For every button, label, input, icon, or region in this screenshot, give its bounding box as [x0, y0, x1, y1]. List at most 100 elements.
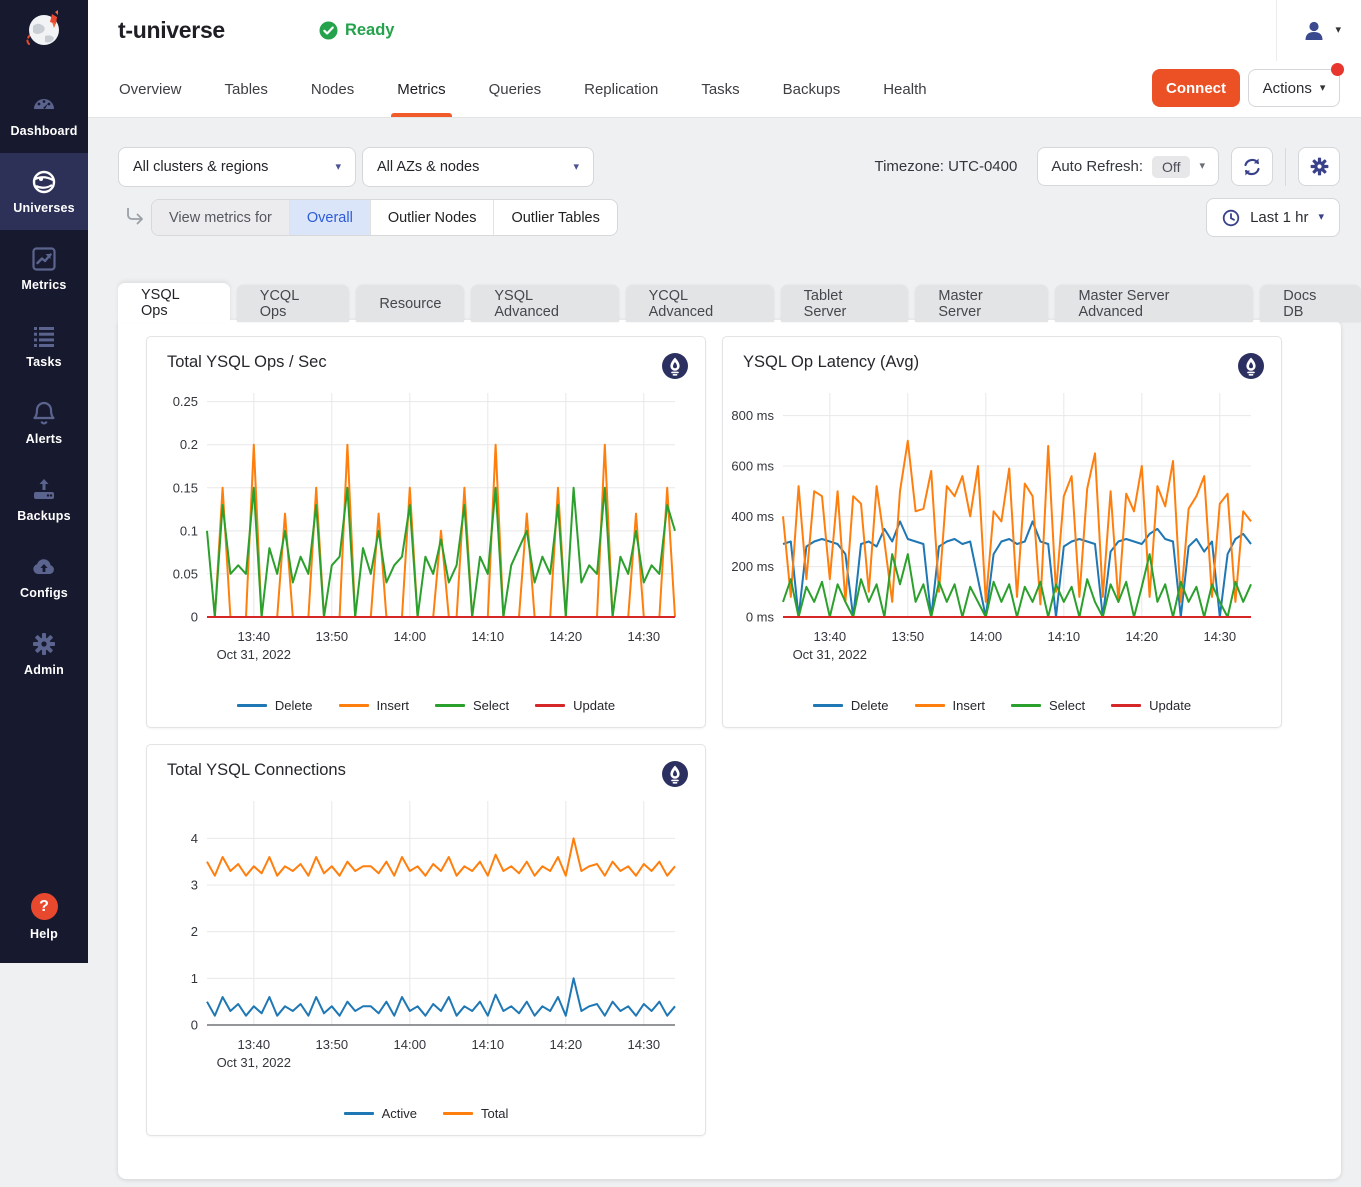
svg-text:14:10: 14:10: [472, 1037, 505, 1052]
sidebar-item-label: Universes: [13, 201, 75, 215]
tab-nodes[interactable]: Nodes: [311, 61, 354, 117]
tab-metrics[interactable]: Metrics: [397, 61, 445, 117]
legend-label: Insert: [953, 698, 986, 713]
prometheus-icon[interactable]: [662, 761, 688, 787]
chart-plot: 0.250.20.150.10.05013:40Oct 31, 202213:5…: [151, 381, 687, 673]
sidebar-item-label: Dashboard: [10, 124, 77, 138]
user-avatar-icon: [1301, 18, 1327, 44]
sidebar-item-label: Help: [30, 927, 58, 941]
sidebar-item-metrics[interactable]: Metrics: [0, 230, 88, 307]
prometheus-icon[interactable]: [662, 353, 688, 379]
legend-item-select[interactable]: Select: [435, 698, 509, 713]
actions-button[interactable]: Actions ▾: [1248, 69, 1340, 107]
az-nodes-dropdown[interactable]: All AZs & nodes ▾: [362, 147, 594, 187]
legend-label: Delete: [851, 698, 889, 713]
svg-text:600 ms: 600 ms: [731, 458, 774, 473]
svg-text:800 ms: 800 ms: [731, 408, 774, 423]
chevron-down-icon: ▾: [1335, 25, 1341, 36]
legend-swatch: [1111, 704, 1141, 707]
legend-label: Select: [1049, 698, 1085, 713]
auto-refresh-dropdown[interactable]: Auto Refresh: Off ▾: [1037, 147, 1219, 186]
svg-text:14:30: 14:30: [628, 1037, 661, 1052]
metric-tab-docs-db[interactable]: Docs DB: [1260, 285, 1361, 322]
svg-text:0.2: 0.2: [180, 437, 198, 452]
clock-icon: [1222, 209, 1240, 227]
view-metrics-option-outlier-nodes[interactable]: Outlier Nodes: [371, 200, 495, 235]
sidebar-item-universes[interactable]: Universes: [0, 153, 88, 230]
legend-swatch: [535, 704, 565, 707]
chart-header: Total YSQL Connections: [147, 745, 705, 789]
auto-refresh-value: Off: [1152, 156, 1190, 178]
tab-tables[interactable]: Tables: [225, 61, 268, 117]
svg-text:0.05: 0.05: [173, 566, 198, 581]
metric-tab-tablet-server[interactable]: Tablet Server: [781, 285, 909, 322]
svg-text:Oct 31, 2022: Oct 31, 2022: [217, 1055, 291, 1070]
view-metrics-option-overall[interactable]: Overall: [290, 200, 371, 235]
view-metrics-option-outlier-tables[interactable]: Outlier Tables: [494, 200, 616, 235]
legend-item-delete[interactable]: Delete: [237, 698, 313, 713]
actions-notification-dot: [1331, 63, 1344, 76]
tab-overview[interactable]: Overview: [119, 61, 182, 117]
refresh-button[interactable]: [1231, 147, 1273, 186]
legend-item-insert[interactable]: Insert: [339, 698, 410, 713]
sidebar-item-help[interactable]: ? Help: [0, 893, 88, 941]
sidebar-item-tasks[interactable]: Tasks: [0, 307, 88, 384]
time-range-dropdown[interactable]: Last 1 hr ▾: [1206, 198, 1340, 237]
tab-label: Tasks: [701, 81, 739, 98]
clusters-regions-dropdown[interactable]: All clusters & regions ▾: [118, 147, 356, 187]
sidebar-item-backups[interactable]: Backups: [0, 461, 88, 538]
metric-tab-ysql-advanced[interactable]: YSQL Advanced: [471, 285, 618, 322]
settings-button[interactable]: [1298, 147, 1340, 186]
chart-title: Total YSQL Connections: [167, 761, 346, 780]
svg-text:Oct 31, 2022: Oct 31, 2022: [793, 647, 867, 662]
metric-tab-ycql-advanced[interactable]: YCQL Advanced: [626, 285, 774, 322]
sidebar-item-label: Backups: [17, 509, 71, 523]
metric-tab-resource[interactable]: Resource: [356, 285, 464, 322]
metric-tab-bar: YSQL OpsYCQL OpsResourceYSQL AdvancedYCQ…: [118, 283, 1361, 322]
sidebar-item-dashboard[interactable]: Dashboard: [0, 76, 88, 153]
sidebar-item-admin[interactable]: Admin: [0, 615, 88, 692]
svg-text:3: 3: [191, 878, 198, 893]
tab-tasks[interactable]: Tasks: [701, 61, 739, 117]
sidebar: Dashboard Universes MetricsTasksAlerts Back…: [0, 0, 88, 963]
time-range-value: Last 1 hr: [1250, 209, 1308, 226]
tab-backups[interactable]: Backups: [783, 61, 841, 117]
tab-replication[interactable]: Replication: [584, 61, 658, 117]
user-menu[interactable]: ▾: [1276, 0, 1351, 61]
chart-area: 800 ms600 ms400 ms200 ms0 ms13:40Oct 31,…: [723, 381, 1281, 678]
svg-text:0: 0: [191, 1018, 198, 1033]
tab-queries[interactable]: Queries: [489, 61, 542, 117]
legend-item-insert[interactable]: Insert: [915, 698, 986, 713]
planet-rocket-logo[interactable]: [0, 0, 88, 62]
chart-legend: Delete Insert Select Update: [147, 698, 705, 727]
metric-tab-ycql-ops[interactable]: YCQL Ops: [237, 285, 350, 322]
chevron-down-icon: ▾: [1320, 83, 1326, 94]
legend-item-delete[interactable]: Delete: [813, 698, 889, 713]
chart-card-total-ysql-connections: Total YSQL Connections4321013:40Oct 31, …: [146, 744, 706, 1136]
toolbar-divider: [1285, 148, 1286, 186]
metric-tab-master-server[interactable]: Master Server: [915, 285, 1048, 322]
legend-item-select[interactable]: Select: [1011, 698, 1085, 713]
auto-refresh-label: Auto Refresh:: [1051, 158, 1143, 175]
metric-tab-master-server-advanced[interactable]: Master Server Advanced: [1055, 285, 1253, 322]
dashboard-gauge-icon: [31, 92, 57, 118]
legend-swatch: [435, 704, 465, 707]
chevron-down-icon: ▾: [1318, 212, 1324, 223]
tab-health[interactable]: Health: [883, 61, 926, 117]
prometheus-icon[interactable]: [1238, 353, 1264, 379]
legend-item-update[interactable]: Update: [535, 698, 615, 713]
svg-text:0.25: 0.25: [173, 394, 198, 409]
svg-text:13:40: 13:40: [814, 629, 847, 644]
svg-text:0: 0: [191, 610, 198, 625]
legend-item-total[interactable]: Total: [443, 1106, 508, 1121]
tab-label: Metrics: [397, 81, 445, 98]
chevron-down-icon: ▾: [1199, 161, 1205, 172]
connect-button[interactable]: Connect: [1152, 69, 1240, 107]
sidebar-item-configs[interactable]: Configs: [0, 538, 88, 615]
svg-text:14:30: 14:30: [628, 629, 661, 644]
sidebar-item-alerts[interactable]: Alerts: [0, 384, 88, 461]
legend-item-active[interactable]: Active: [344, 1106, 417, 1121]
tab-label: Queries: [489, 81, 542, 98]
metric-tab-ysql-ops[interactable]: YSQL Ops: [118, 283, 230, 322]
legend-item-update[interactable]: Update: [1111, 698, 1191, 713]
